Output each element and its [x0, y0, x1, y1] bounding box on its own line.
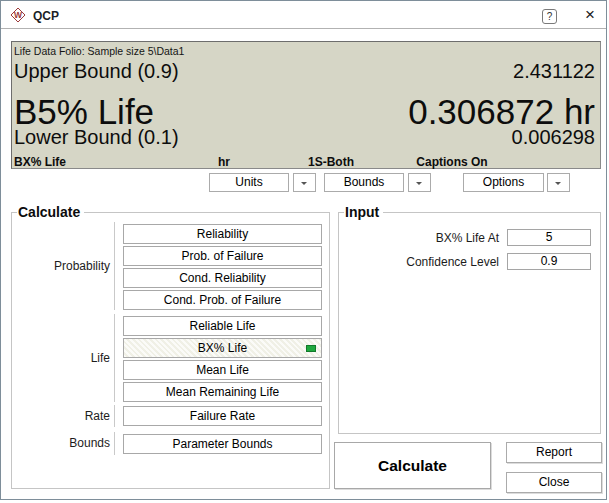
reliable-life-button[interactable]: Reliable Life: [123, 316, 322, 336]
reliability-button[interactable]: Reliability: [123, 224, 322, 244]
close-button[interactable]: ×: [581, 7, 599, 24]
chevron-down-icon: [301, 182, 307, 185]
options-button[interactable]: Options: [463, 173, 544, 192]
bounds-dropdown-button[interactable]: [408, 173, 431, 192]
input-groupbox-title: Input: [344, 204, 383, 220]
bounds-button[interactable]: Bounds: [324, 173, 404, 192]
status-metric: BX% Life: [14, 155, 66, 169]
units-dropdown-button[interactable]: [293, 173, 316, 192]
chevron-down-icon: [555, 182, 561, 185]
confidence-level-label: Confidence Level: [351, 255, 499, 270]
upper-bound-label: Upper Bound (0.9): [14, 60, 179, 83]
bx-life-at-label: BX% Life At: [351, 231, 499, 246]
group-separator: [114, 222, 115, 310]
probability-group-label: Probability: [14, 259, 110, 274]
failure-rate-button[interactable]: Failure Rate: [123, 406, 322, 426]
calculate-button[interactable]: Calculate: [334, 442, 491, 489]
lower-bound-label: Lower Bound (0.1): [14, 126, 179, 149]
options-dropdown-button[interactable]: [547, 173, 570, 192]
window-title: QCP: [33, 9, 59, 23]
rate-group-label: Rate: [14, 409, 110, 424]
mean-life-button[interactable]: Mean Life: [123, 360, 322, 380]
close-action-button[interactable]: Close: [506, 472, 602, 493]
lower-bound-value: 0.006298: [512, 126, 595, 149]
bx-life-at-input[interactable]: 5: [507, 229, 591, 246]
parameter-bounds-button[interactable]: Parameter Bounds: [123, 434, 322, 454]
confidence-level-input[interactable]: 0.9: [507, 253, 591, 270]
help-icon: ?: [547, 11, 553, 22]
status-bounds: 1S-Both: [308, 155, 354, 169]
cond-prob-of-failure-button[interactable]: Cond. Prob. of Failure: [123, 290, 322, 310]
status-captions: Captions On: [416, 155, 487, 169]
svg-text:W: W: [14, 10, 23, 20]
calculate-groupbox-title: Calculate: [17, 204, 84, 220]
results-panel: Life Data Folio: Sample size 5\Data1 Upp…: [11, 41, 601, 169]
cond-reliability-button[interactable]: Cond. Reliability: [123, 268, 322, 288]
selected-indicator: [306, 345, 316, 352]
group-separator: [114, 432, 115, 455]
upper-bound-value: 2.431122: [513, 60, 595, 83]
units-button[interactable]: Units: [209, 173, 289, 192]
chevron-down-icon: [416, 182, 422, 185]
weibull-app-icon: W: [10, 7, 26, 23]
report-button[interactable]: Report: [506, 442, 602, 463]
prob-of-failure-button[interactable]: Prob. of Failure: [123, 246, 322, 266]
help-button[interactable]: ?: [542, 9, 557, 24]
titlebar: W QCP ? ×: [1, 1, 606, 29]
bx-life-button[interactable]: BX% Life: [123, 338, 322, 358]
life-group-label: Life: [14, 351, 110, 366]
qcp-dialog: W QCP ? × Life Data Folio: Sample size 5…: [0, 0, 607, 500]
group-separator: [114, 314, 115, 402]
close-icon: ×: [585, 5, 595, 24]
group-separator: [114, 405, 115, 427]
folio-path: Life Data Folio: Sample size 5\Data1: [14, 45, 184, 57]
status-units: hr: [218, 155, 230, 169]
bounds-group-label: Bounds: [14, 436, 110, 451]
mean-remaining-life-button[interactable]: Mean Remaining Life: [123, 382, 322, 402]
bx-life-button-label: BX% Life: [198, 341, 247, 355]
